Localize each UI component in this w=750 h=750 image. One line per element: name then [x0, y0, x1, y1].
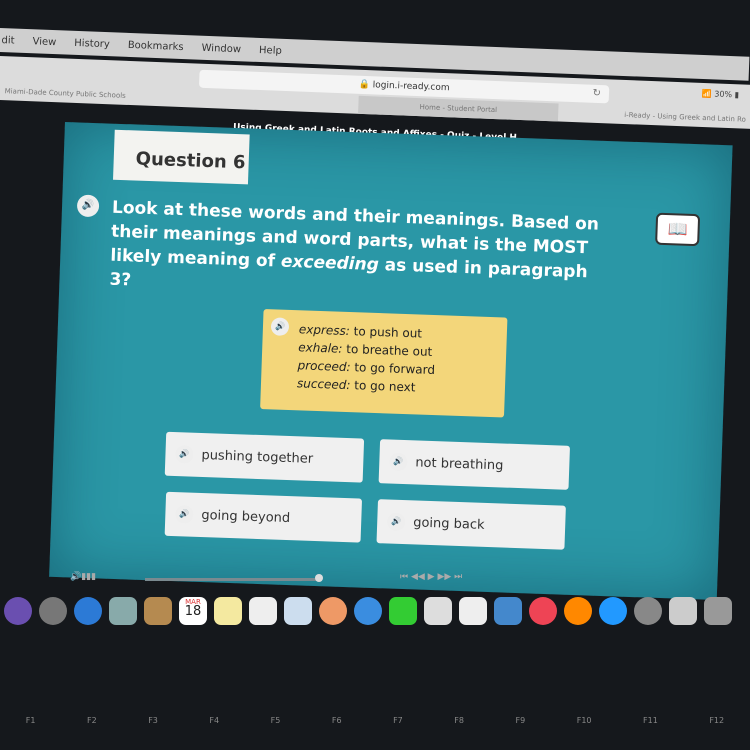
trash-icon[interactable] — [704, 597, 732, 625]
contacts-icon[interactable] — [144, 597, 172, 625]
definitions-card: 🔊 express: to push out exhale: to breath… — [260, 309, 508, 418]
key-f5[interactable]: F5 — [271, 716, 281, 725]
numbers-icon[interactable] — [459, 597, 487, 625]
answer-option[interactable]: 🔊 not breathing — [378, 439, 571, 490]
key-f11[interactable]: F11 — [643, 716, 658, 725]
battery-percent: 30% — [714, 89, 733, 100]
notes-icon[interactable] — [214, 597, 242, 625]
key-f4[interactable]: F4 — [209, 716, 219, 725]
answer-label: going beyond — [201, 507, 291, 526]
speaker-icon[interactable]: 🔊 — [386, 512, 406, 532]
url-text: login.i-ready.com — [372, 80, 450, 94]
music-icon[interactable] — [529, 597, 557, 625]
answer-label: pushing together — [201, 447, 314, 467]
preview-icon[interactable] — [669, 597, 697, 625]
messages-icon[interactable] — [354, 597, 382, 625]
question-label: Question 6 — [113, 129, 250, 185]
volume-icon[interactable]: 🔊▮▮▮ — [70, 572, 96, 582]
question-keyword: exceeding — [280, 251, 380, 276]
answer-label: not breathing — [415, 454, 504, 474]
key-f1[interactable]: F1 — [26, 716, 36, 725]
quiz-panel: Question 6 🔊 Look at these words and the… — [49, 122, 733, 601]
facetime-icon[interactable] — [389, 597, 417, 625]
speaker-icon[interactable]: 🔊 — [175, 445, 194, 464]
menu-edit[interactable]: dit — [1, 35, 14, 46]
reload-icon[interactable]: ↻ — [592, 85, 601, 103]
key-f8[interactable]: F8 — [454, 716, 464, 725]
calendar-icon[interactable]: MAR 18 — [179, 597, 207, 625]
app-store-icon[interactable] — [599, 597, 627, 625]
question-text: Look at these words and their meanings. … — [109, 196, 612, 309]
key-f10[interactable]: F10 — [577, 716, 592, 725]
key-f12[interactable]: F12 — [709, 716, 724, 725]
status-area: 📶 30% ▮ — [702, 89, 740, 99]
tab-iready[interactable]: i-Ready - Using Greek and Latin Ro — [618, 106, 750, 129]
books-icon[interactable] — [564, 597, 592, 625]
menu-history[interactable]: History — [74, 37, 110, 49]
battery-icon: ▮ — [734, 90, 740, 100]
key-f7[interactable]: F7 — [393, 716, 403, 725]
photo-app-icon[interactable] — [109, 597, 137, 625]
book-icon[interactable]: 📖 — [655, 212, 701, 247]
maps-icon[interactable] — [284, 597, 312, 625]
launchpad-icon[interactable] — [39, 597, 67, 625]
keyboard-function-row: F1 F2 F3 F4 F5 F6 F7 F8 F9 F10 F11 F12 — [0, 705, 750, 735]
answer-option[interactable]: 🔊 going back — [376, 499, 566, 550]
tab-school[interactable]: Miami-Dade County Public Schools — [0, 82, 132, 105]
answer-option[interactable]: 🔊 pushing together — [164, 431, 365, 483]
playback-buttons[interactable]: ⏮ ◀◀ ▶ ▶▶ ⏭ — [400, 572, 462, 582]
answer-label: going back — [412, 514, 485, 533]
wifi-icon: 📶 — [701, 88, 712, 99]
safari-icon[interactable] — [74, 597, 102, 625]
speaker-icon[interactable]: 🔊 — [76, 194, 100, 218]
dock: MAR 18 — [0, 592, 750, 630]
media-controls: 🔊▮▮▮ ⏮ ◀◀ ▶ ▶▶ ⏭ — [70, 572, 670, 592]
reminders-icon[interactable] — [249, 597, 277, 625]
pages-icon[interactable] — [424, 597, 452, 625]
menu-view[interactable]: View — [32, 36, 56, 48]
key-f3[interactable]: F3 — [148, 716, 158, 725]
key-f6[interactable]: F6 — [332, 716, 342, 725]
settings-icon[interactable] — [634, 597, 662, 625]
key-f9[interactable]: F9 — [516, 716, 526, 725]
keynote-icon[interactable] — [494, 597, 522, 625]
speaker-icon[interactable]: 🔊 — [389, 452, 408, 472]
menu-bookmarks[interactable]: Bookmarks — [128, 39, 184, 52]
speaker-icon[interactable]: 🔊 — [175, 505, 194, 524]
menu-window[interactable]: Window — [201, 42, 241, 55]
key-f2[interactable]: F2 — [87, 716, 97, 725]
speaker-icon[interactable]: 🔊 — [270, 317, 290, 336]
progress-knob[interactable] — [315, 574, 323, 582]
photos-icon[interactable] — [319, 597, 347, 625]
answer-option[interactable]: 🔊 going beyond — [164, 491, 363, 543]
siri-icon[interactable] — [4, 597, 32, 625]
progress-bar[interactable] — [145, 578, 320, 581]
menu-help[interactable]: Help — [259, 44, 282, 56]
